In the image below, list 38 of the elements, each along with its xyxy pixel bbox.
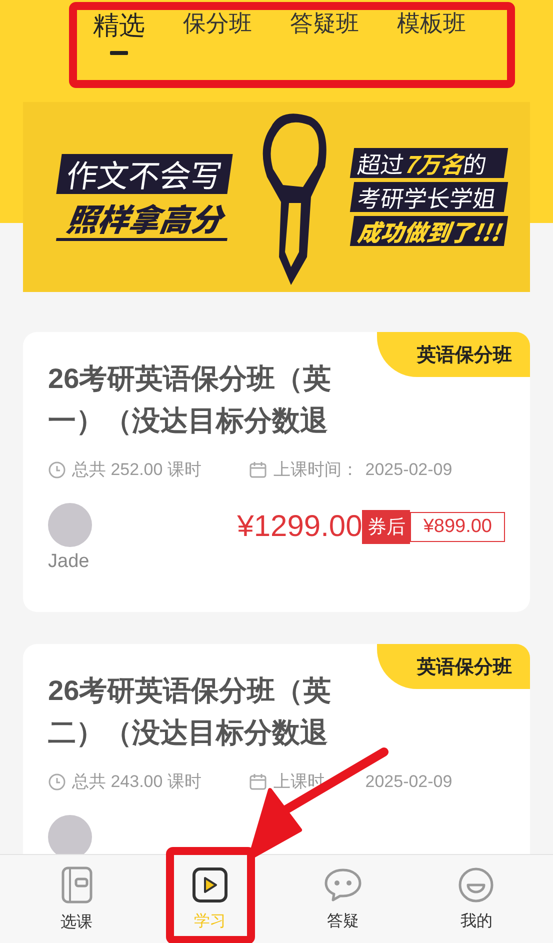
teacher-name: Jade — [48, 551, 90, 573]
banner-slogan: 考研学长学姐 — [349, 182, 508, 212]
calendar-icon — [249, 460, 268, 478]
chat-bubble-icon — [323, 866, 364, 902]
tab[interactable]: 模板班 — [397, 8, 466, 58]
tab[interactable]: 答疑班 — [290, 8, 359, 58]
banner-slogan: 照样拿高分 — [56, 198, 234, 240]
course-title: 26考研英语保分班（英一）（没达目标分数退 — [48, 362, 332, 438]
notebook-icon — [60, 866, 94, 904]
course-title: 26考研英语保分班（英二）（没达目标分数退 — [48, 674, 332, 750]
coupon-label: 券后 — [362, 510, 410, 544]
course-hours: 总共 243.00 课时 — [72, 771, 202, 793]
category-badge: 英语保分班 — [377, 644, 530, 689]
tab-indicator — [110, 51, 128, 55]
start-date: 2025-02-09 — [365, 460, 452, 480]
nav-tab[interactable]: 选课 — [32, 855, 122, 943]
clock-icon — [48, 772, 66, 790]
banner-slogan: 作文不会写 — [56, 154, 233, 194]
calendar-icon — [249, 772, 268, 790]
avatar — [48, 503, 92, 547]
smiley-icon — [458, 866, 494, 902]
course-card[interactable]: 英语保分班 26考研英语保分班（英一）（没达目标分数退 总共 252.00 课时 上课时间： 2025-02-09 Jade ¥1299.00 券后 ¥899.00 — [23, 332, 530, 612]
banner-slogan: 成功做到了!!! — [349, 216, 508, 246]
tab[interactable]: 保分班 — [183, 8, 252, 58]
banner-slogan: 超过7万名的 — [349, 148, 508, 178]
course-hours: 总共 252.00 课时 — [72, 459, 202, 481]
nav-tab[interactable]: 答疑 — [298, 855, 388, 943]
avatar — [48, 815, 92, 855]
tab[interactable]: 精选 — [93, 8, 145, 58]
price: ¥1299.00 — [237, 510, 362, 544]
start-date: 2025-02-09 — [365, 772, 452, 792]
play-icon — [192, 866, 228, 902]
nav-tab[interactable]: 我的 — [431, 855, 522, 943]
promo-banner[interactable]: 作文不会写 照样拿高分 超过7万名的 考研学长学姐 成功做到了!!! — [23, 102, 530, 292]
coupon-price: ¥899.00 — [410, 512, 505, 542]
category-badge: 英语保分班 — [377, 332, 530, 377]
start-date-label: 上课时间： — [273, 459, 360, 481]
clock-icon — [48, 460, 66, 478]
